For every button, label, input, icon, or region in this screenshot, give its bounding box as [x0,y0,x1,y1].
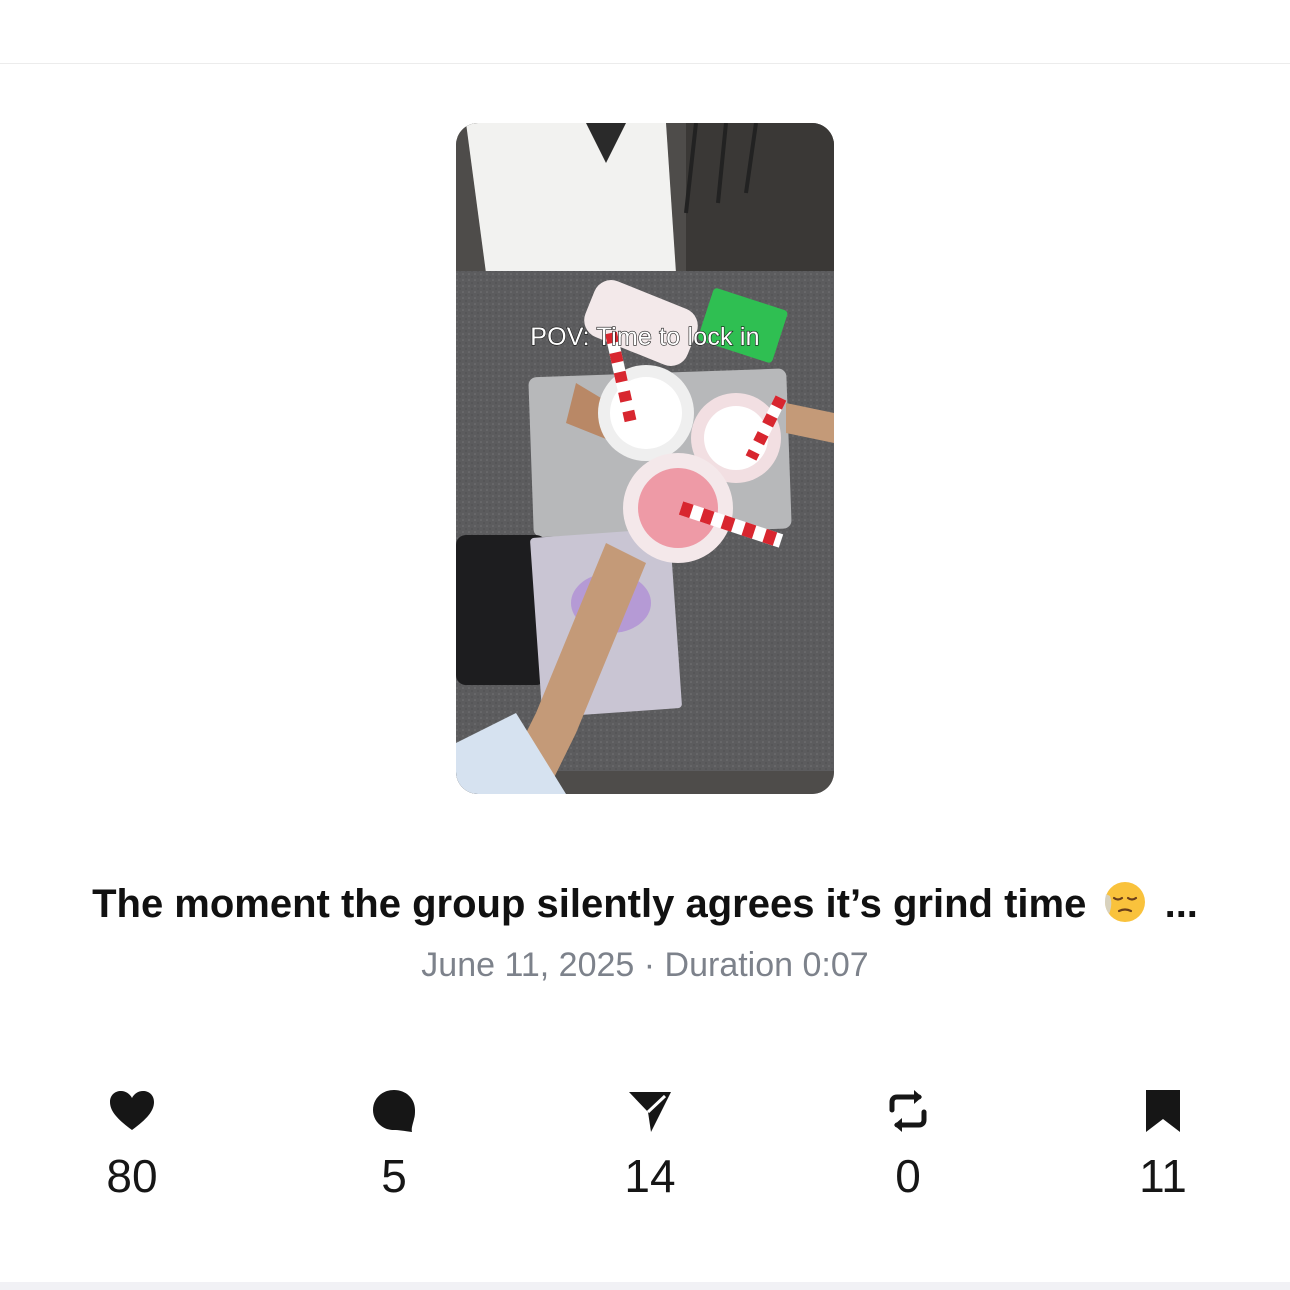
bookmarks-count: 11 [1139,1150,1187,1202]
stat-comments[interactable]: 5 [324,1086,464,1204]
post-title: The moment the group silently agrees it’… [92,882,1087,926]
post-meta: June 11, 2025 · Duration 0:07 [0,944,1290,986]
duration-value: 0:07 [802,946,869,984]
video-overlay-caption: POV: Time to lock in [530,322,761,351]
video-detail-page: POV: Time to lock in The moment the grou… [0,0,1290,1290]
comments-count: 5 [381,1150,407,1202]
stat-shares[interactable]: 14 [580,1086,720,1204]
post-title-row[interactable]: The moment the group silently agrees it’… [0,878,1290,930]
bookmark-icon [1146,1090,1180,1132]
stat-reposts[interactable]: 0 [838,1086,978,1204]
heart-icon [110,1091,154,1130]
shares-count: 14 [624,1150,676,1202]
duration-label: Duration [664,946,794,984]
share-icon [629,1092,671,1132]
top-bar [0,0,1290,64]
video-thumbnail[interactable]: POV: Time to lock in [456,123,834,794]
meta-separator: · [643,946,656,984]
post-date: June 11, 2025 [421,946,635,984]
comment-icon [373,1090,415,1132]
likes-count: 80 [106,1150,158,1202]
repost-icon [889,1090,927,1132]
pensive-face-emoji-icon [1105,882,1146,922]
stat-bookmarks[interactable]: 11 [1093,1086,1233,1204]
title-ellipsis[interactable]: ... [1165,882,1198,926]
video-frame-illustration [456,123,834,794]
reposts-count: 0 [895,1150,921,1202]
section-divider [0,1282,1290,1290]
stat-likes[interactable]: 80 [62,1086,202,1204]
